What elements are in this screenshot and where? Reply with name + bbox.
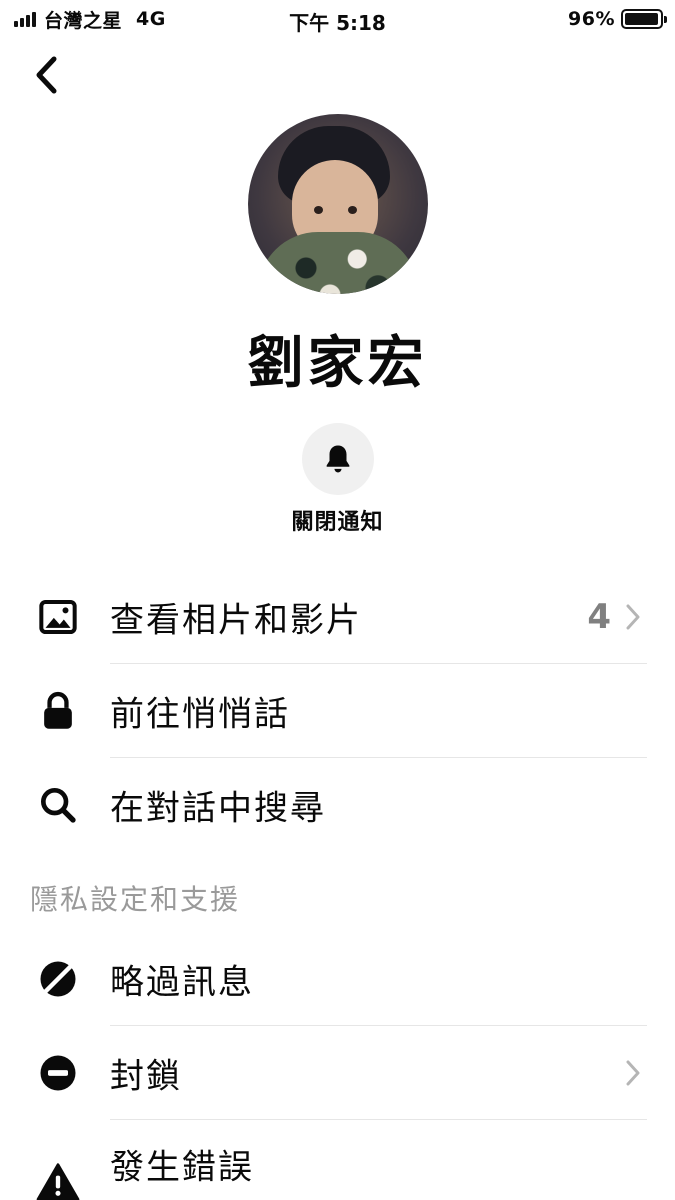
search-in-conversation-row[interactable]: 在對話中搜尋 xyxy=(0,758,675,852)
search-in-conversation-label: 在對話中搜尋 xyxy=(110,788,326,829)
secret-conversation-label: 前往悄悄話 xyxy=(110,694,290,735)
chevron-right-icon xyxy=(626,604,640,630)
bell-icon xyxy=(326,445,350,473)
battery-percent: 96% xyxy=(568,8,615,30)
secret-conversation-row[interactable]: 前往悄悄話 xyxy=(0,664,675,758)
search-icon xyxy=(36,783,80,827)
contact-name: 劉家宏 xyxy=(247,331,428,396)
conversation-details-screen: 台灣之星 4G 下午 5:18 96% 劉家宏 關閉通知 查看相片和影片 4 前… xyxy=(0,0,675,1200)
battery-fill xyxy=(625,13,658,25)
block-label: 封鎖 xyxy=(110,1056,182,1097)
lock-icon xyxy=(36,689,80,733)
chevron-left-icon xyxy=(36,56,57,94)
battery-icon xyxy=(621,9,667,29)
status-right: 96% xyxy=(568,7,667,31)
media-count: 4 xyxy=(587,597,611,637)
ignore-messages-icon xyxy=(36,957,80,1001)
mute-notifications-button[interactable] xyxy=(302,423,374,495)
block-icon xyxy=(36,1051,80,1095)
chevron-right-icon xyxy=(626,1060,640,1086)
ignore-messages-label: 略過訊息 xyxy=(110,962,254,1003)
contact-avatar[interactable] xyxy=(248,114,428,294)
warning-icon xyxy=(36,1160,80,1200)
ignore-messages-row[interactable]: 略過訊息 xyxy=(0,932,675,1026)
report-problem-row[interactable]: 發生錯誤 xyxy=(0,1120,675,1200)
view-photos-videos-row[interactable]: 查看相片和影片 4 xyxy=(0,570,675,664)
privacy-support-header: 隱私設定和支援 xyxy=(30,883,241,916)
mute-notifications-label: 關閉通知 xyxy=(291,510,384,535)
report-problem-label: 發生錯誤 xyxy=(110,1147,254,1188)
image-icon xyxy=(36,595,80,639)
block-row[interactable]: 封鎖 xyxy=(0,1026,675,1120)
status-bar: 台灣之星 4G 下午 5:18 96% xyxy=(0,0,675,38)
back-button[interactable] xyxy=(26,52,66,98)
view-photos-videos-label: 查看相片和影片 xyxy=(110,600,362,641)
